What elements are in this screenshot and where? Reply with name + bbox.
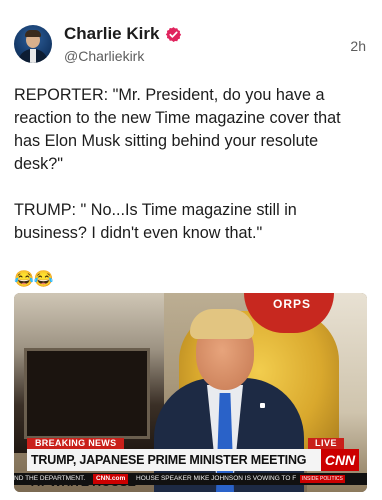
- media-flag-pin: [260, 403, 265, 408]
- post-text: REPORTER: "Mr. President, do you have a …: [14, 84, 370, 291]
- media-person-hair: [190, 309, 254, 339]
- post-timestamp: 2h: [350, 38, 366, 54]
- live-label: LIVE: [308, 438, 344, 449]
- avatar-shirt: [30, 49, 36, 63]
- author-row: Charlie Kirk: [64, 24, 182, 44]
- news-ticker: ND THE DEPARTMENT. CNN.com HOUSE SPEAKER…: [14, 473, 367, 485]
- avatar[interactable]: [14, 25, 52, 63]
- media-background-logo-text: ORPS: [272, 297, 311, 311]
- breaking-news-label: BREAKING NEWS: [27, 438, 125, 449]
- post-paragraph-1: REPORTER: "Mr. President, do you have a …: [14, 86, 341, 173]
- author-handle[interactable]: @Charliekirk: [64, 48, 144, 64]
- post-emojis: 😂😂: [14, 271, 54, 288]
- post-card[interactable]: Charlie Kirk @Charliekirk 2h REPORTER: "…: [0, 0, 382, 500]
- cnn-logo: CNN: [321, 449, 359, 471]
- verified-badge-icon: [165, 26, 182, 43]
- post-paragraph-2: TRUMP: " No...Is Time magazine still in …: [14, 201, 297, 242]
- ticker-right-text: HOUSE SPEAKER MIKE JOHNSON IS VOWING TO …: [136, 475, 297, 482]
- ticker-cnn-logo: CNN.com: [92, 474, 129, 484]
- ticker-left-text: ND THE DEPARTMENT.: [14, 475, 86, 482]
- media-fireplace: [14, 293, 164, 453]
- author-name[interactable]: Charlie Kirk: [64, 24, 159, 44]
- media-fireplace-opening: [24, 348, 150, 439]
- ticker-show-tag: INSIDE POLITICS: [299, 475, 345, 483]
- post-media-image[interactable]: ORPS BREAKING NEWS LIVE TRUMP, JAPANESE …: [14, 293, 367, 492]
- post-header: Charlie Kirk @Charliekirk 2h: [14, 22, 368, 68]
- news-headline: TRUMP, JAPANESE PRIME MINISTER MEETING A…: [27, 449, 321, 489]
- avatar-hair: [25, 30, 41, 37]
